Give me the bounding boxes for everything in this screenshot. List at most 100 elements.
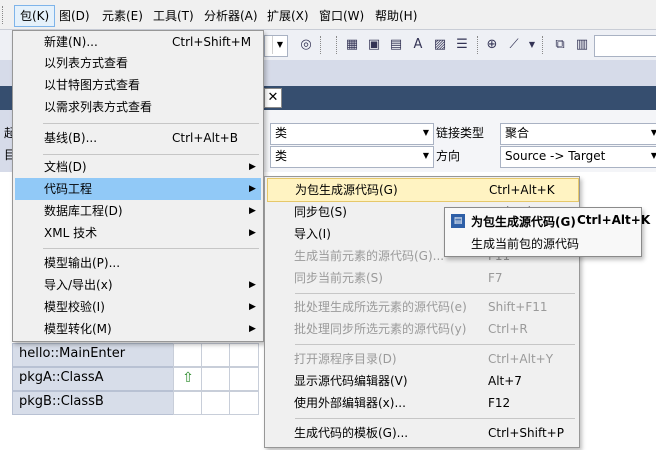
menu-item-import-export[interactable]: 导入/导出(x) ▶ <box>15 274 261 296</box>
menu-analyzer[interactable]: 分析器(A) <box>199 6 263 26</box>
menu-item-label: 以需求列表方式查看 <box>44 100 153 114</box>
menu-item-model-output[interactable]: 模型输出(P)... <box>15 252 261 274</box>
menu-item-label: 模型校验(I) <box>44 300 105 314</box>
menu-item-shortcut: Ctrl+R <box>488 322 528 336</box>
menu-item-shortcut: F7 <box>488 271 503 285</box>
tooltip-shortcut: Ctrl+Alt+K <box>577 213 651 227</box>
menu-item-new[interactable]: 新建(N)... Ctrl+Shift+M <box>15 31 261 53</box>
menu-diagram[interactable]: 图(D) <box>54 6 95 26</box>
search-input[interactable] <box>594 35 656 57</box>
submenu-item-batch-sync[interactable]: 批处理同步所选元素的源代码(y) Ctrl+R <box>267 318 577 340</box>
matrix-cell[interactable] <box>173 391 203 415</box>
matrix-cell[interactable]: ⇧ <box>173 367 203 391</box>
menu-item-documentation[interactable]: 文档(D) ▶ <box>15 156 261 178</box>
target-type-value: 类 <box>275 149 288 163</box>
matrix-cell[interactable] <box>173 343 203 367</box>
menu-item-label: 导入/导出(x) <box>44 278 113 292</box>
table-row[interactable]: pkgA::ClassA <box>12 367 180 391</box>
link-type-label: 链接类型 <box>436 126 485 140</box>
submenu-arrow-icon: ▶ <box>249 228 256 238</box>
submenu-item-external-editor[interactable]: 使用外部编辑器(x)... F12 <box>267 392 577 414</box>
text-icon[interactable]: A <box>410 37 426 53</box>
menu-item-code-engineering[interactable]: 代码工程 ▶ <box>15 178 261 200</box>
submenu-item-show-editor[interactable]: 显示源代码编辑器(V) Alt+7 <box>267 370 577 392</box>
menu-item-label: 为包生成源代码(G) <box>295 183 398 197</box>
menu-bar: 包(K) 图(D) 元素(E) 工具(T) 分析器(A) 扩展(X) 窗口(W)… <box>0 0 656 30</box>
menu-item-shortcut: Alt+7 <box>488 374 522 388</box>
menu-item-model-validation[interactable]: 模型校验(I) ▶ <box>15 296 261 318</box>
submenu-arrow-icon: ▶ <box>249 162 256 172</box>
link-type-select[interactable]: 聚合 ▼ <box>500 123 656 145</box>
menu-item-label: 模型输出(P)... <box>44 256 121 270</box>
table-row[interactable]: pkgB::ClassB <box>12 391 180 415</box>
submenu-item-open-source-dir[interactable]: 打开源程序目录(D) Ctrl+Alt+Y <box>267 348 577 370</box>
matrix-cell[interactable] <box>201 367 231 391</box>
direction-label: 方向 <box>436 149 461 163</box>
target-icon[interactable]: ◎ <box>298 37 314 53</box>
menu-item-requirements-view[interactable]: 以需求列表方式查看 <box>15 96 261 118</box>
image-icon[interactable]: ▨ <box>432 37 448 53</box>
menu-item-baseline[interactable]: 基线(B)... Ctrl+Alt+B <box>15 127 261 149</box>
menu-item-database-engineering[interactable]: 数据库工程(D) ▶ <box>15 200 261 222</box>
menu-help[interactable]: 帮助(H) <box>370 6 422 26</box>
globe-icon[interactable]: ⊕ <box>484 37 500 53</box>
menu-item-label: 显示源代码编辑器(V) <box>294 374 408 388</box>
frame-icon[interactable]: ▣ <box>366 37 382 53</box>
relationship-properties: ) 类 ▼ 类 ▼ 链接类型 聚合 ▼ 方向 Source -> Target … <box>260 110 656 172</box>
menu-item-label: 批处理同步所选元素的源代码(y) <box>294 322 467 336</box>
table-row[interactable]: hello::MainEnter <box>12 343 180 367</box>
chevron-down-icon[interactable]: ▼ <box>524 37 540 53</box>
menu-tools[interactable]: 工具(T) <box>148 6 199 26</box>
submenu-item-batch-generate[interactable]: 批处理生成所选元素的源代码(e) Shift+F11 <box>267 296 577 318</box>
chevron-down-icon: ▼ <box>422 128 430 137</box>
menu-separator <box>43 154 259 155</box>
close-icon[interactable]: ✕ <box>264 88 282 108</box>
menu-item-gantt-view[interactable]: 以甘特图方式查看 <box>15 74 261 96</box>
menu-item-shortcut: Shift+F11 <box>488 300 548 314</box>
direction-select[interactable]: Source -> Target ▼ <box>500 146 656 168</box>
source-type-select[interactable]: 类 ▼ <box>270 123 434 145</box>
toolbar-combo[interactable]: ▼ <box>264 35 288 57</box>
connector-icon[interactable]: ⟋ <box>506 37 522 53</box>
menu-item-shortcut: Ctrl+Alt+B <box>172 131 238 145</box>
matrix-cell[interactable] <box>229 391 259 415</box>
menu-window[interactable]: 窗口(W) <box>314 6 369 26</box>
menu-item-label: 导入(I) <box>294 227 331 241</box>
menu-item-label: 生成代码的模板(G)... <box>294 426 409 440</box>
table-icon[interactable]: ▥ <box>574 37 590 53</box>
menubar-grip <box>2 6 7 24</box>
menu-item-shortcut: Ctrl+Shift+P <box>488 426 564 440</box>
grid-icon[interactable]: ▦ <box>344 37 360 53</box>
menu-item-list-view[interactable]: 以列表方式查看 <box>15 52 261 74</box>
menu-item-label: 数据库工程(D) <box>44 204 123 218</box>
menu-item-model-transform[interactable]: 模型转化(M) ▶ <box>15 318 261 340</box>
menu-element[interactable]: 元素(E) <box>97 6 148 26</box>
menu-item-label: 生成当前元素的源代码(G)... <box>294 249 445 263</box>
chevron-down-icon: ▼ <box>650 128 656 137</box>
menu-separator <box>43 123 259 124</box>
menu-package[interactable]: 包(K) <box>14 5 56 27</box>
matrix-cell[interactable] <box>229 367 259 391</box>
direction-value: Source -> Target <box>505 149 606 163</box>
submenu-item-sync-element[interactable]: 同步当前元素(S) F7 <box>267 267 577 289</box>
window-icon[interactable]: ⧉ <box>552 37 568 53</box>
menu-tooltip: ▤ 为包生成源代码(G) Ctrl+Alt+K 生成当前包的源代码 <box>444 207 650 257</box>
menu-item-xml-technology[interactable]: XML 技术 ▶ <box>15 222 261 244</box>
submenu-item-code-templates[interactable]: 生成代码的模板(G)... Ctrl+Shift+P <box>267 422 577 444</box>
arrow-up-icon: ⇧ <box>182 370 194 386</box>
note-icon[interactable]: ▤ <box>388 37 404 53</box>
list-icon[interactable]: ☰ <box>454 37 470 53</box>
menu-item-label: 代码工程 <box>44 182 93 196</box>
matrix-cell[interactable] <box>201 391 231 415</box>
menu-separator <box>295 344 575 345</box>
matrix-cell[interactable] <box>201 343 231 367</box>
matrix-cell[interactable] <box>229 343 259 367</box>
menu-item-label: 基线(B)... <box>44 131 98 145</box>
menu-extensions[interactable]: 扩展(X) <box>262 6 314 26</box>
submenu-item-generate-package[interactable]: 为包生成源代码(G) Ctrl+Alt+K <box>267 178 579 202</box>
generate-code-icon: ▤ <box>451 214 465 228</box>
menu-separator <box>295 293 575 294</box>
menu-item-shortcut: Ctrl+Shift+M <box>172 35 252 49</box>
target-type-select[interactable]: 类 ▼ <box>270 146 434 168</box>
chevron-down-icon: ▼ <box>422 151 430 160</box>
